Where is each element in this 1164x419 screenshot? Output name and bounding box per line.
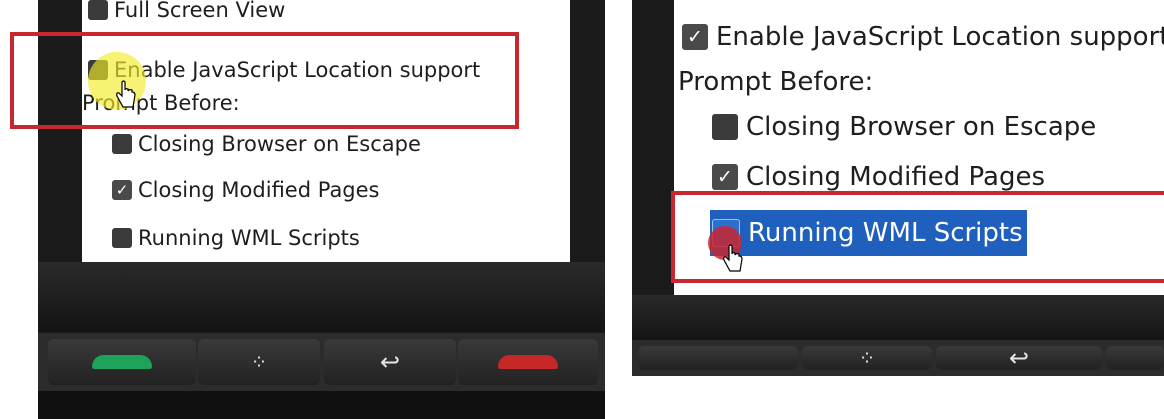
enable-js-location-option[interactable]: ✓ Enable JavaScript Location support <box>682 22 1164 52</box>
closing-browser-label: Closing Browser on Escape <box>138 132 421 156</box>
blackberry-logo-icon: ⁘ <box>250 350 268 374</box>
full-screen-view-checkbox[interactable] <box>88 0 108 20</box>
full-screen-view-label: Full Screen View <box>114 0 286 22</box>
full-screen-view-option[interactable]: Full Screen View <box>88 0 285 22</box>
call-key[interactable] <box>48 339 196 385</box>
running-wml-checkbox[interactable] <box>112 228 132 248</box>
end-key[interactable] <box>458 339 598 385</box>
closing-modified-checkbox[interactable]: ✓ <box>712 164 738 190</box>
closing-modified-option[interactable]: ✓ Closing Modified Pages <box>712 162 1045 192</box>
closing-browser-checkbox[interactable] <box>112 134 132 154</box>
back-arrow-icon: ↩ <box>379 348 401 376</box>
closing-browser-checkbox[interactable] <box>712 114 738 140</box>
back-key[interactable]: ↩ <box>936 344 1102 372</box>
prompt-before-label: Prompt Before: <box>678 67 874 97</box>
annotation-highlight-box <box>10 32 519 129</box>
closing-modified-label: Closing Modified Pages <box>746 162 1045 192</box>
phone-bezel-bottom <box>38 391 605 419</box>
enable-js-location-label: Enable JavaScript Location support <box>716 22 1164 52</box>
closing-browser-option[interactable]: Closing Browser on Escape <box>712 112 1096 142</box>
running-wml-option[interactable]: Running WML Scripts <box>112 226 360 250</box>
closing-modified-label: Closing Modified Pages <box>138 178 380 202</box>
blackberry-logo-icon: ⁘ <box>858 346 876 370</box>
running-wml-label: Running WML Scripts <box>138 226 360 250</box>
back-arrow-icon: ↩ <box>1008 344 1030 372</box>
enable-js-location-checkbox[interactable]: ✓ <box>682 24 708 50</box>
phone-bezel <box>632 295 1164 340</box>
back-key[interactable]: ↩ <box>324 339 456 385</box>
phone-call-icon <box>92 355 152 369</box>
call-key[interactable] <box>638 346 798 370</box>
phone-keys-row: ⁘ ↩ <box>632 340 1164 376</box>
closing-browser-option[interactable]: Closing Browser on Escape <box>112 132 421 156</box>
prompt-before-heading: Prompt Before: <box>678 67 873 97</box>
phone-keys-row: ⁘ ↩ <box>38 333 605 391</box>
closing-modified-checkbox[interactable]: ✓ <box>112 180 132 200</box>
end-key[interactable] <box>1106 346 1164 370</box>
annotation-highlight-box <box>671 191 1164 283</box>
right-phone-screenshot: ✓ Enable JavaScript Location support Pro… <box>632 0 1164 376</box>
closing-modified-option[interactable]: ✓ Closing Modified Pages <box>112 178 380 202</box>
menu-key[interactable]: ⁘ <box>198 339 320 385</box>
closing-browser-label: Closing Browser on Escape <box>746 112 1097 142</box>
phone-bezel <box>38 262 605 332</box>
phone-end-icon <box>498 355 558 369</box>
menu-key[interactable]: ⁘ <box>802 346 932 370</box>
